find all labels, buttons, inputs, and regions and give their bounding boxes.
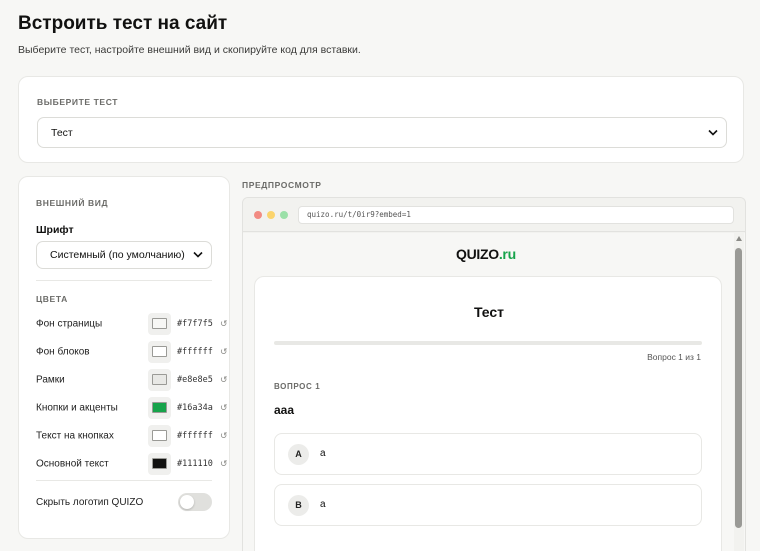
answer-text: a [320,499,326,510]
select-test-card: ВЫБЕРИТЕ ТЕСТ Тест [18,76,744,163]
color-row: Рамки #e8e8e5 ↺ [36,369,228,391]
preview-scrollbar[interactable] [734,233,744,551]
divider [36,280,212,281]
colors-label: ЦВЕТА [36,294,68,304]
answer-letter: B [288,495,309,516]
color-picker[interactable] [148,425,171,447]
color-row: Фон страницы #f7f7f5 ↺ [36,313,228,335]
color-name: Основной текст [36,458,109,470]
color-picker[interactable] [148,313,171,335]
browser-toolbar: quizo.ru/t/0ir9?embed=1 [243,198,745,232]
reset-icon[interactable]: ↺ [220,403,228,414]
brand-main: QUIZO [456,246,499,262]
font-label: Шрифт [36,224,74,236]
reset-icon[interactable]: ↺ [220,375,228,386]
minimize-dot-icon [267,211,275,219]
color-hex[interactable]: #f7f7f5 [177,319,213,329]
color-swatch [152,458,167,469]
reset-icon[interactable]: ↺ [220,431,228,442]
question-label: ВОПРОС 1 [274,382,321,391]
color-name: Кнопки и акценты [36,402,118,414]
page-title: Встроить тест на сайт [18,13,228,34]
color-row: Основной текст #111110 ↺ [36,453,228,475]
color-hex[interactable]: #ffffff [177,431,213,441]
preview-viewport: QUIZO.ru Тест Вопрос 1 из 1 ВОПРОС 1 aaa… [243,233,745,551]
reset-icon[interactable]: ↺ [220,347,228,358]
page-subtitle: Выберите тест, настройте внешний вид и с… [18,44,361,56]
color-hex[interactable]: #16a34a [177,403,213,413]
answer-option[interactable]: A a [274,433,702,475]
chevron-down-icon [708,129,718,136]
color-row: Текст на кнопках #ffffff ↺ [36,425,228,447]
color-name: Фон страницы [36,318,103,330]
color-name: Рамки [36,374,65,386]
divider [36,480,212,481]
answer-letter: A [288,444,309,465]
reset-icon[interactable]: ↺ [220,319,228,330]
answer-option[interactable]: B a [274,484,702,526]
brand-suffix: .ru [498,246,516,262]
color-name: Текст на кнопках [36,430,114,442]
appearance-label: ВНЕШНИЙ ВИД [36,198,109,208]
font-select[interactable]: Системный (по умолчанию) [36,241,212,269]
font-select-value: Системный (по умолчанию) [50,249,185,261]
color-swatch [152,374,167,385]
color-row: Кнопки и акценты #16a34a ↺ [36,397,228,419]
progress-text: Вопрос 1 из 1 [647,352,701,362]
color-hex[interactable]: #111110 [177,459,213,469]
color-swatch [152,430,167,441]
close-dot-icon [254,211,262,219]
select-test-label: ВЫБЕРИТЕ ТЕСТ [37,97,119,107]
brand-logo: QUIZO.ru [456,246,516,262]
scroll-up-icon[interactable] [736,236,742,241]
reset-icon[interactable]: ↺ [220,459,228,470]
test-select-value: Тест [51,126,73,139]
color-picker[interactable] [148,453,171,475]
color-hex[interactable]: #e8e8e5 [177,375,213,385]
color-picker[interactable] [148,341,171,363]
question-text: aaa [274,403,295,417]
preview-label: ПРЕДПРОСМОТР [242,180,322,190]
appearance-card: ВНЕШНИЙ ВИД Шрифт Системный (по умолчани… [18,176,230,539]
answer-text: a [320,448,326,459]
maximize-dot-icon [280,211,288,219]
color-hex[interactable]: #ffffff [177,347,213,357]
toggle-knob [180,495,194,509]
test-select[interactable]: Тест [37,117,727,148]
color-picker[interactable] [148,397,171,419]
preview-browser: quizo.ru/t/0ir9?embed=1 QUIZO.ru Тест Во… [242,197,746,551]
color-swatch [152,318,167,329]
color-picker[interactable] [148,369,171,391]
scroll-thumb[interactable] [735,248,742,528]
color-row: Фон блоков #ffffff ↺ [36,341,228,363]
color-name: Фон блоков [36,346,90,358]
quiz-title: Тест [473,304,505,320]
chevron-down-icon [193,251,203,258]
progress-bar [274,341,702,345]
hide-logo-label: Скрыть логотип QUIZO [36,497,144,508]
url-bar: quizo.ru/t/0ir9?embed=1 [298,206,734,224]
hide-logo-toggle[interactable] [178,493,212,511]
color-swatch [152,402,167,413]
color-swatch [152,346,167,357]
quiz-card: Тест Вопрос 1 из 1 ВОПРОС 1 aaa A a B a [254,276,722,551]
